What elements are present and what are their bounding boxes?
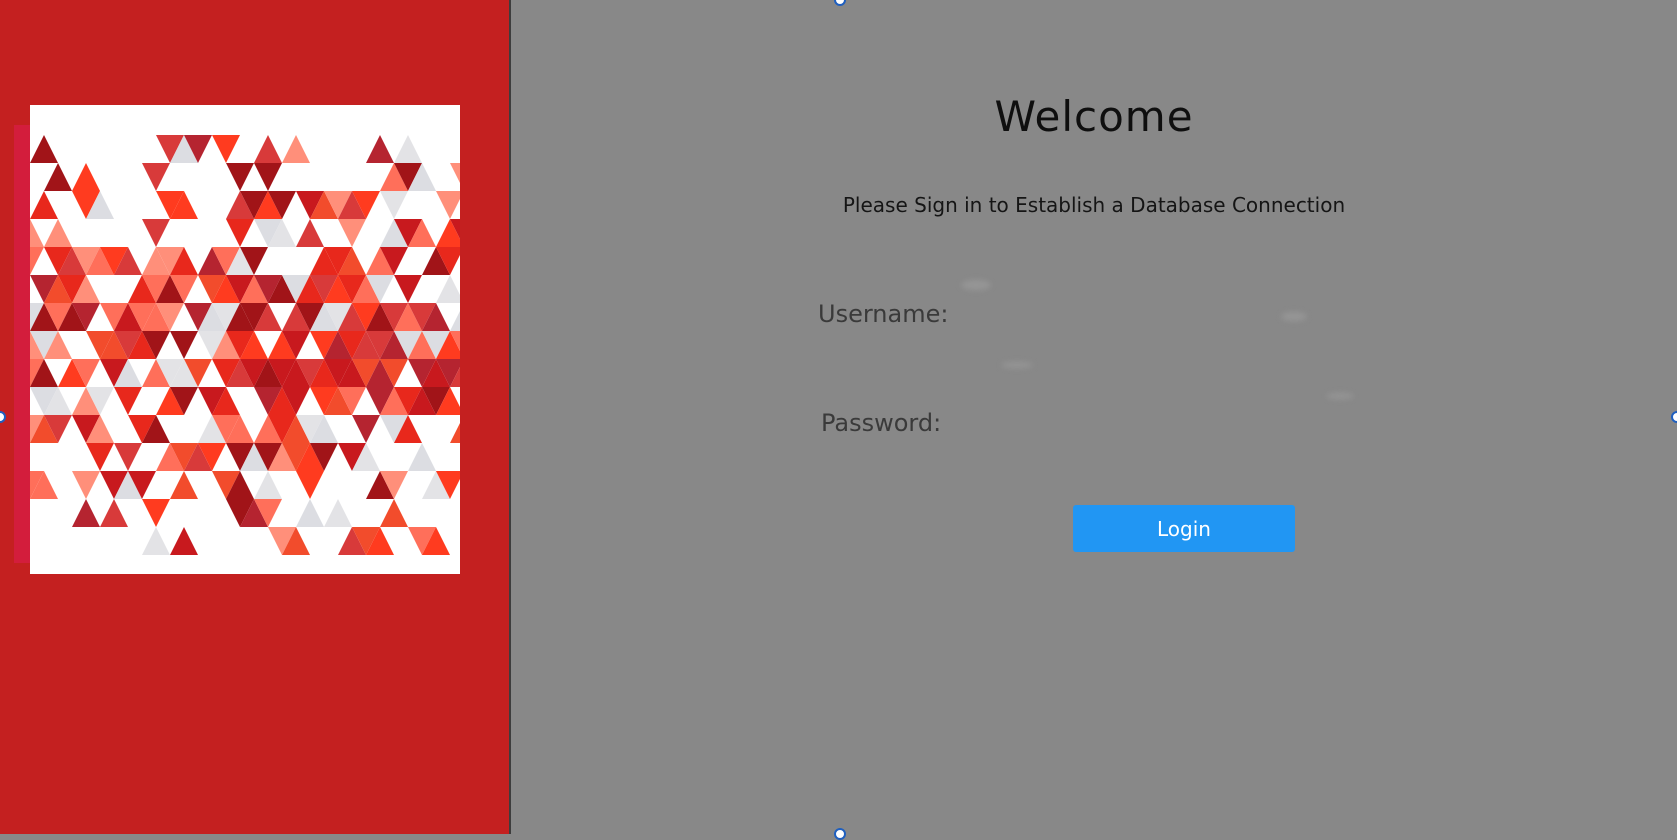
mosaic-triangle [338, 219, 366, 247]
decor-blur [961, 280, 991, 290]
mosaic-triangle [296, 219, 324, 247]
mosaic-triangle [86, 443, 114, 471]
mosaic-triangle [142, 527, 170, 555]
mosaic-triangle [44, 219, 72, 247]
decor-blur [1001, 362, 1033, 368]
mosaic-triangle [114, 387, 142, 415]
mosaic-triangle [254, 163, 282, 191]
username-input[interactable] [951, 295, 1355, 337]
password-label: Password: [821, 409, 942, 437]
mosaic-triangle [44, 163, 72, 191]
mosaic-triangle [226, 219, 254, 247]
mosaic-triangle [212, 135, 240, 163]
mosaic-svg [30, 135, 460, 555]
subtitle: Please Sign in to Establish a Database C… [842, 193, 1346, 217]
mosaic-triangle [72, 471, 100, 499]
mosaic-triangle [254, 471, 282, 499]
mosaic-triangle [30, 219, 44, 247]
mosaic-triangle [100, 499, 128, 527]
mosaic-triangle [352, 415, 380, 443]
mosaic-triangle [30, 191, 58, 219]
resize-handle-right[interactable] [1671, 411, 1677, 423]
pattern-edge-strip [14, 125, 30, 563]
mosaic-triangle [450, 423, 460, 443]
mosaic-triangle [142, 499, 170, 527]
mosaic-triangle [366, 135, 394, 163]
mosaic-triangle [30, 247, 44, 275]
welcome-title: Welcome [994, 92, 1194, 141]
mosaic-triangle [394, 135, 422, 163]
mosaic-triangle [324, 499, 352, 527]
login-button[interactable]: Login [1073, 505, 1295, 552]
mosaic-triangle [114, 443, 142, 471]
mosaic-triangle [170, 331, 198, 359]
mosaic-triangle [226, 163, 254, 191]
mosaic-triangle [450, 163, 460, 183]
username-label: Username: [818, 300, 949, 328]
password-input[interactable] [951, 404, 1355, 446]
mosaic-triangle [296, 471, 324, 499]
mosaic-triangle [30, 135, 58, 163]
mosaic-triangle [72, 499, 100, 527]
mosaic-triangle [436, 191, 460, 219]
mosaic-triangle [282, 135, 310, 163]
mosaic-triangle [380, 191, 408, 219]
mosaic-triangle [170, 527, 198, 555]
decor-blur [1326, 393, 1354, 399]
right-panel: Welcome Please Sign in to Establish a Da… [511, 0, 1677, 834]
mosaic-triangle [72, 163, 100, 191]
mosaic-triangle [394, 275, 422, 303]
mosaic-triangle [254, 135, 282, 163]
mosaic-triangle [142, 219, 170, 247]
mosaic-triangle [170, 471, 198, 499]
mosaic-triangle [450, 311, 460, 331]
left-panel [0, 0, 511, 834]
mosaic-triangle [142, 163, 170, 191]
mosaic-triangle [408, 443, 436, 471]
mosaic-triangle [436, 275, 460, 303]
mosaic-triangle [380, 499, 408, 527]
geometric-pattern-image [30, 105, 460, 574]
mosaic-triangle [296, 499, 324, 527]
resize-handle-bottom[interactable] [834, 828, 846, 840]
